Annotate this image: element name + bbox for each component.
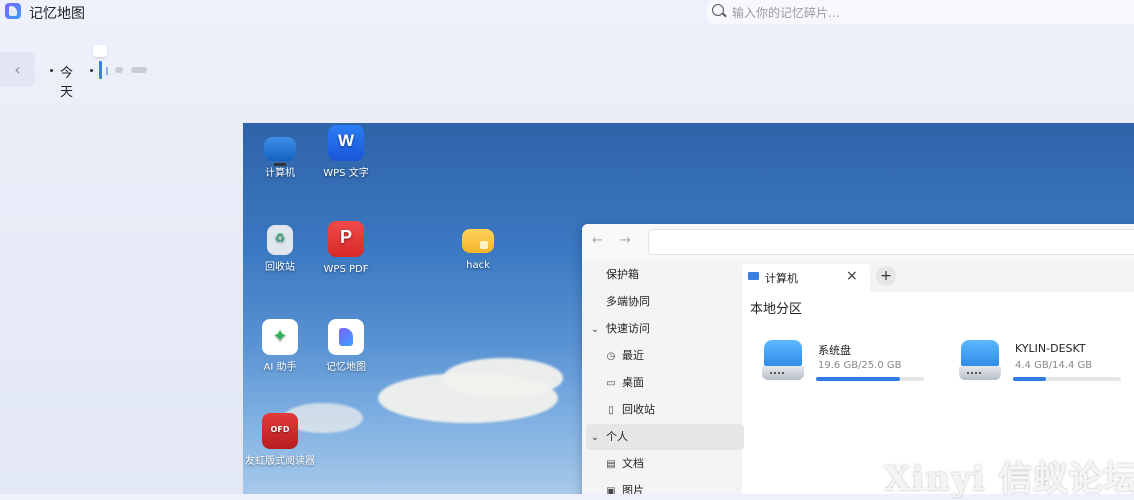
sidebar-item-recent[interactable]: ◷ 最近 bbox=[582, 343, 760, 369]
computer-icon bbox=[748, 272, 759, 280]
chevron-down-icon: ⌄ bbox=[590, 432, 600, 443]
memory-map-icon bbox=[328, 319, 364, 355]
sidebar-item-documents[interactable]: ▤ 文档 bbox=[582, 451, 760, 477]
trash-icon: ▯ bbox=[608, 405, 614, 416]
desktop-icon-trash[interactable]: 回收站 bbox=[243, 225, 317, 275]
sidebar-item-label: 桌面 bbox=[622, 376, 644, 389]
desktop-icon-wps-pdf[interactable]: WPS PDF bbox=[309, 221, 383, 277]
desktop-icon-ofd-reader[interactable]: 友虹版式阅读器 bbox=[243, 413, 317, 469]
sidebar-item-pictures[interactable]: ▣ 图片 bbox=[582, 478, 760, 494]
drive-system[interactable]: 系统盘 19.6 GB/25.0 GB bbox=[762, 334, 962, 394]
sidebar-item-label: 保护箱 bbox=[606, 268, 639, 281]
drive-name: KYLIN-DESKT bbox=[1015, 342, 1086, 355]
close-tab-button[interactable]: × bbox=[846, 268, 858, 284]
sidebar-item-desktop[interactable]: ▭ 桌面 bbox=[582, 370, 760, 396]
desktop-icon-label: WPS PDF bbox=[323, 264, 369, 275]
folder-icon bbox=[462, 229, 494, 253]
sidebar-group-personal[interactable]: ⌄ 个人 bbox=[586, 424, 744, 450]
timeline-dot bbox=[90, 69, 93, 72]
nav-forward-button[interactable]: → bbox=[620, 233, 631, 248]
watermark: Xinyi 信蚁论坛 bbox=[884, 459, 1134, 499]
desktop-icon-memory-map[interactable]: 记忆地图 bbox=[309, 319, 383, 375]
sidebar-item-label: 多端协同 bbox=[606, 295, 650, 308]
picture-icon: ▣ bbox=[606, 486, 616, 494]
title-bar: 记忆地图 输入你的记忆碎片... bbox=[0, 0, 1134, 24]
sidebar-item-trash[interactable]: ▯ 回收站 bbox=[582, 397, 760, 423]
timeline-marker[interactable] bbox=[115, 67, 123, 73]
timeline-today-label[interactable]: 今天 bbox=[60, 62, 73, 100]
timeline-marker[interactable] bbox=[131, 67, 147, 73]
timeline-tick bbox=[106, 67, 108, 75]
memory-map-logo-icon bbox=[5, 3, 21, 19]
sidebar-item-label: 个人 bbox=[606, 430, 628, 443]
ai-assistant-icon bbox=[262, 319, 298, 355]
sidebar-item-label: 回收站 bbox=[622, 403, 655, 416]
sidebar-item-multi-device[interactable]: 多端协同 bbox=[582, 289, 760, 315]
tab-label: 计算机 bbox=[765, 272, 798, 285]
drive-size: 4.4 GB/14.4 GB bbox=[1015, 360, 1093, 371]
desktop-icon-label: WPS 文字 bbox=[323, 168, 369, 179]
clock-icon: ◷ bbox=[606, 351, 616, 362]
search-input[interactable]: 输入你的记忆碎片... bbox=[732, 4, 839, 21]
desktop-icon-label: 记忆地图 bbox=[326, 362, 366, 373]
search-box[interactable]: 输入你的记忆碎片... bbox=[707, 0, 1134, 24]
desktop-icon-label: 回收站 bbox=[265, 262, 295, 273]
sidebar-item-label: 文档 bbox=[622, 457, 644, 470]
timeline-pin-marker bbox=[93, 45, 107, 57]
wps-pdf-icon bbox=[328, 221, 364, 257]
desktop-icon-label: 友虹版式阅读器 bbox=[245, 456, 315, 467]
drive-kylin[interactable]: KYLIN-DESKT 4.4 GB/14.4 GB bbox=[959, 334, 1134, 394]
desktop-icon-computer[interactable]: 计算机 bbox=[243, 129, 317, 181]
hard-drive-icon bbox=[762, 340, 804, 384]
wps-writer-icon bbox=[328, 125, 364, 161]
timeline-dot bbox=[50, 69, 53, 72]
sidebar-item-label: 快速访问 bbox=[606, 322, 650, 335]
tab-computer[interactable]: 计算机 × bbox=[742, 264, 870, 292]
sidebar-item-label: 最近 bbox=[622, 349, 644, 362]
new-tab-button[interactable]: + bbox=[876, 266, 896, 286]
chevron-down-icon: ⌄ bbox=[590, 324, 600, 335]
section-title: 本地分区 bbox=[750, 302, 803, 317]
file-manager-toolbar: ← → bbox=[582, 224, 1134, 260]
drive-usage-bar bbox=[816, 377, 924, 381]
app-title: 记忆地图 bbox=[29, 6, 85, 22]
memory-screenshot[interactable]: 计算机 WPS 文字 回收站 WPS PDF hack AI 助手 记忆地图 友… bbox=[243, 123, 1134, 494]
desktop-icon-label: 计算机 bbox=[265, 168, 295, 179]
cloud bbox=[443, 358, 563, 398]
file-manager-sidebar: 保护箱 多端协同 ⌄ 快速访问 ◷ 最近 ▭ 桌面 ▯ 回收站 ⌄ 个人 ▤ 文档 bbox=[582, 260, 744, 494]
sidebar-item-vault[interactable]: 保护箱 bbox=[582, 262, 760, 288]
trash-icon bbox=[267, 225, 293, 255]
desktop-icon-wps-writer[interactable]: WPS 文字 bbox=[309, 125, 383, 181]
nav-back-button[interactable]: ← bbox=[592, 233, 603, 248]
timeline-cursor[interactable] bbox=[99, 61, 102, 79]
desktop-icon-label: hack bbox=[466, 260, 490, 271]
back-button[interactable]: ‹ bbox=[0, 52, 35, 87]
drive-usage-bar bbox=[1013, 377, 1121, 381]
hard-drive-icon bbox=[959, 340, 1001, 384]
drive-name: 系统盘 bbox=[818, 344, 851, 357]
desktop-icon-ai-assistant[interactable]: AI 助手 bbox=[243, 319, 317, 375]
desktop-icon-label: AI 助手 bbox=[263, 362, 297, 373]
desktop-icon-hack-folder[interactable]: hack bbox=[441, 221, 515, 273]
drive-size: 19.6 GB/25.0 GB bbox=[818, 360, 902, 371]
tab-bar: 计算机 × + bbox=[742, 260, 1134, 292]
document-icon: ▤ bbox=[606, 459, 616, 470]
sidebar-item-label: 图片 bbox=[622, 484, 644, 494]
address-bar[interactable] bbox=[648, 229, 1134, 255]
computer-icon bbox=[264, 137, 296, 166]
ofd-reader-icon bbox=[262, 413, 298, 449]
sidebar-group-quick-access[interactable]: ⌄ 快速访问 bbox=[582, 316, 744, 342]
desktop-icon: ▭ bbox=[606, 378, 616, 389]
search-icon bbox=[712, 4, 724, 16]
